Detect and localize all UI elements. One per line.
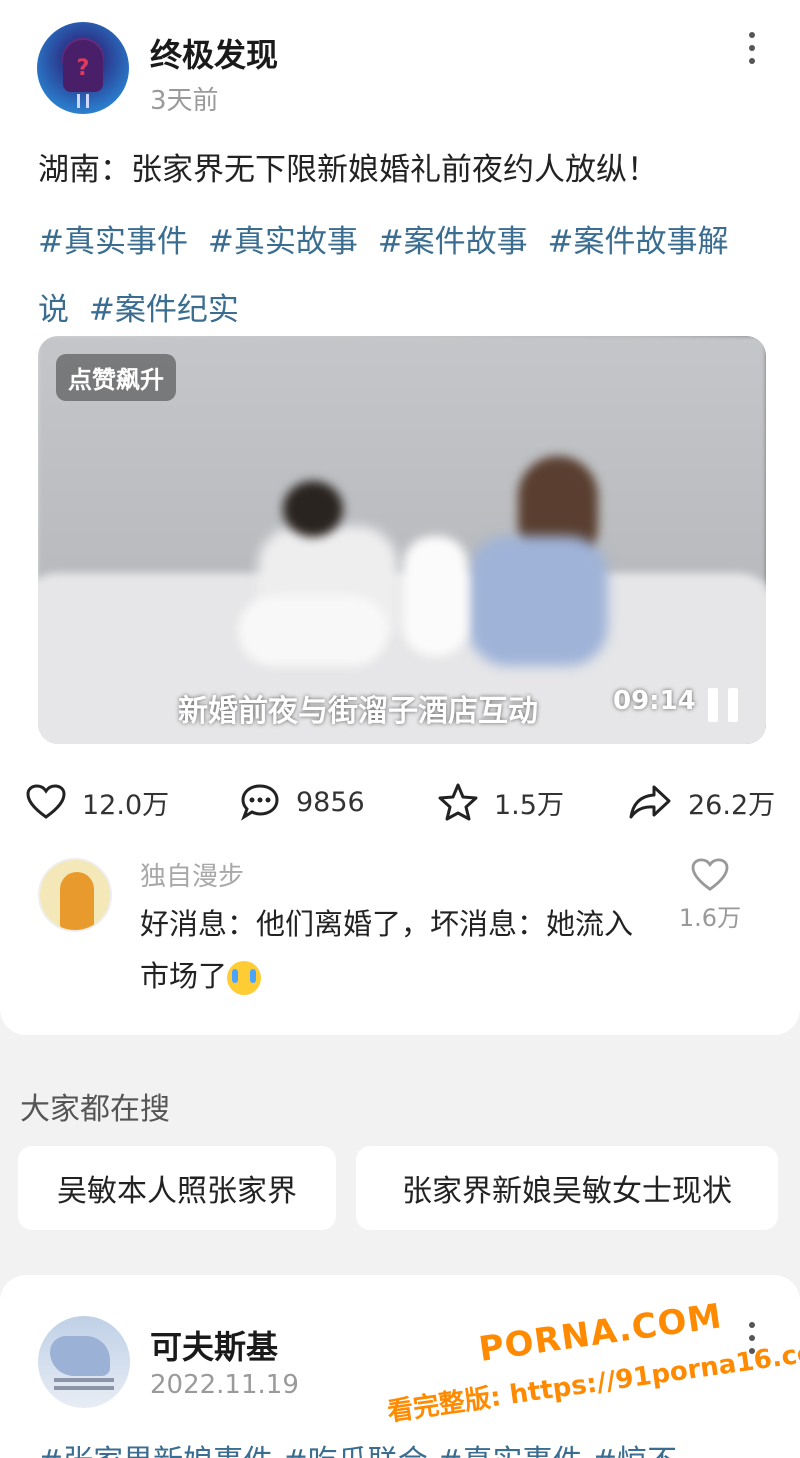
heart-icon [691, 858, 729, 891]
author-name[interactable]: 终极发现 [150, 30, 278, 76]
trending-badge: 点赞飙升 [56, 354, 176, 401]
like-count: 12.0万 [82, 789, 170, 821]
author-avatar[interactable]: ? [37, 22, 129, 114]
comment-icon [241, 784, 279, 821]
post-time: 3天前 [150, 86, 219, 116]
post-tags: #真实事件 #真实故事 #案件故事 #案件故事解说 #案件纪实 [38, 208, 768, 344]
video-duration: 09:14 [613, 686, 696, 716]
more-options-icon[interactable] [747, 32, 757, 72]
post-tags[interactable]: #张家界新娘事件 #吃瓜联合 #真实事件 #惊不 [38, 1436, 677, 1458]
search-chip[interactable]: 张家界新娘吴敏女士现状 [356, 1146, 778, 1230]
hashtag[interactable]: #案件故事 [378, 224, 528, 260]
comment-like-button[interactable]: 1.6万 [670, 858, 750, 933]
crying-emoji-icon [227, 961, 262, 995]
comment-button[interactable]: 9856 [240, 782, 365, 822]
post-time: 2022.11.19 [150, 1370, 299, 1400]
like-button[interactable]: 12.0万 [26, 782, 169, 822]
search-section-title: 大家都在搜 [20, 1092, 170, 1127]
comment-count: 9856 [296, 786, 365, 818]
share-button[interactable]: 26.2万 [628, 782, 775, 822]
share-count: 26.2万 [688, 789, 776, 821]
post-title: 湖南：张家界无下限新娘婚礼前夜约人放纵！ [38, 152, 658, 188]
share-icon [629, 785, 671, 819]
favorite-count: 1.5万 [494, 789, 564, 821]
author-name[interactable]: 可夫斯基 [150, 1322, 278, 1368]
post-card: ? 终极发现 3天前 湖南：张家界无下限新娘婚礼前夜约人放纵！ #真实事件 #真… [0, 0, 800, 1035]
search-chip[interactable]: 吴敏本人照张家界 [18, 1146, 336, 1230]
hashtag[interactable]: #案件纪实 [89, 292, 239, 328]
heart-icon [26, 784, 66, 819]
commenter-avatar[interactable] [38, 858, 112, 932]
pause-icon[interactable] [706, 688, 740, 722]
favorite-button[interactable]: 1.5万 [438, 782, 564, 822]
video-caption: 新婚前夜与街溜子酒店互动 [178, 694, 538, 729]
comment-like-count: 1.6万 [678, 904, 742, 932]
comment-text: 好消息：他们离婚了，坏消息：她流入市场了 [140, 907, 634, 995]
hashtag[interactable]: #真实事件 [38, 224, 188, 260]
commenter-name[interactable]: 独自漫步 [140, 856, 244, 893]
author-avatar[interactable] [38, 1316, 130, 1408]
star-icon [438, 783, 478, 821]
video-player[interactable]: 点赞飙升 新婚前夜与街溜子酒店互动 09:14 [38, 336, 766, 744]
hashtag[interactable]: #真实故事 [208, 224, 358, 260]
